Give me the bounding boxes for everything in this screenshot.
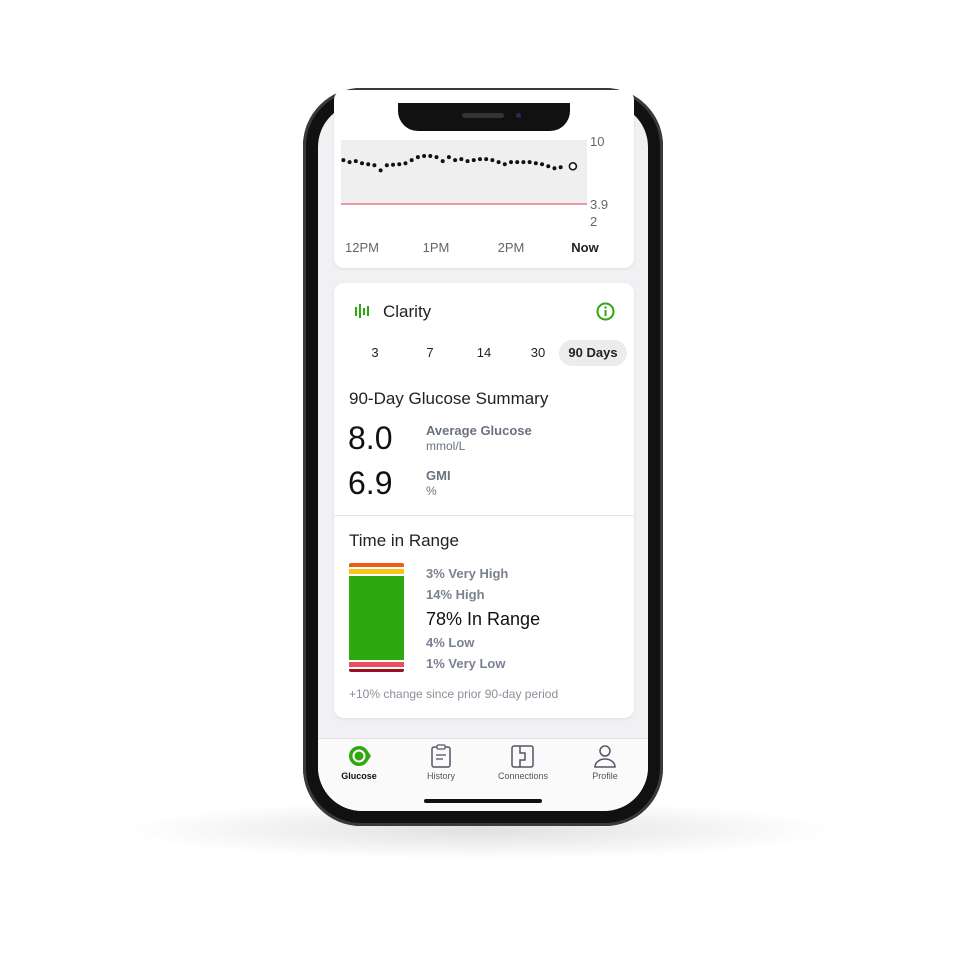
tir-bar	[349, 563, 404, 672]
glucose-point	[378, 168, 383, 173]
summary-title: 90-Day Glucose Summary	[349, 389, 549, 408]
glucose-point	[459, 157, 464, 162]
glucose-point	[415, 155, 420, 160]
glucose-point	[403, 161, 408, 166]
tab-3-days[interactable]: 3	[360, 340, 390, 366]
glucose-point	[496, 160, 501, 165]
glucose-point	[391, 162, 396, 167]
bar-chart-icon	[355, 304, 369, 318]
clarity-title: Clarity	[383, 302, 432, 321]
nav-profile-label: Profile	[592, 771, 618, 781]
tab-7-days[interactable]: 7	[415, 340, 445, 366]
x-tick-2pm: 2PM	[497, 240, 525, 255]
nav-history-label: History	[426, 771, 455, 781]
connections-icon	[511, 745, 534, 768]
glucose-point	[347, 160, 352, 165]
y-tick-2: 2	[590, 214, 598, 229]
glucose-point	[409, 158, 414, 163]
nav-history[interactable]: History	[400, 744, 482, 781]
y-tick-10: 10	[590, 134, 605, 149]
nav-connections[interactable]: Connections	[482, 744, 564, 781]
glucose-point	[527, 160, 532, 165]
tab-14-days[interactable]: 14	[469, 340, 499, 366]
tir-low: 4% Low	[426, 635, 475, 650]
gmi-unit: %	[426, 484, 437, 498]
glucose-point	[372, 163, 377, 168]
tab-90-days[interactable]: 90 Days	[559, 340, 627, 366]
glucose-point	[366, 162, 371, 167]
tir-very-low-segment	[349, 669, 404, 672]
nav-glucose-label: Glucose	[341, 771, 377, 781]
glucose-point	[471, 158, 476, 163]
glucose-point	[546, 164, 551, 169]
x-tick-now: Now	[571, 240, 599, 255]
glucose-point	[353, 159, 358, 164]
glucose-point	[434, 155, 439, 160]
tir-in-range-segment	[349, 576, 404, 660]
glucose-point	[397, 162, 402, 167]
glucose-point	[540, 162, 545, 167]
glucose-point	[477, 157, 482, 162]
nav-profile[interactable]: Profile	[564, 744, 646, 781]
speaker	[462, 113, 504, 118]
tir-very-low: 1% Very Low	[426, 656, 506, 671]
tab-30-days[interactable]: 30	[523, 340, 553, 366]
glucose-point	[422, 154, 427, 159]
info-icon[interactable]	[596, 302, 615, 321]
glucose-point	[509, 160, 513, 165]
average-glucose-value: 8.0	[348, 420, 393, 456]
tir-title: Time in Range	[349, 531, 459, 550]
home-indicator	[424, 799, 542, 803]
glucose-point	[428, 154, 433, 159]
glucose-point	[521, 160, 526, 165]
camera	[516, 113, 521, 118]
glucose-point	[446, 155, 451, 160]
divider	[334, 515, 634, 516]
glucose-point	[360, 161, 364, 166]
nav-glucose[interactable]: Glucose	[318, 744, 400, 781]
tir-high: 14% High	[426, 587, 485, 602]
x-tick-12pm: 12PM	[345, 240, 379, 255]
average-glucose-unit: mmol/L	[426, 439, 466, 453]
y-tick-3-9: 3.9	[590, 197, 609, 212]
glucose-point	[465, 159, 470, 164]
target-range-band	[341, 139, 587, 205]
glucose-chart	[341, 139, 587, 205]
glucose-point	[440, 159, 445, 164]
average-glucose-label: Average Glucose	[426, 423, 532, 438]
glucose-icon	[349, 746, 371, 766]
gmi-value: 6.9	[348, 465, 393, 501]
tir-in-range: 78% In Range	[426, 609, 541, 629]
glucose-point	[453, 158, 458, 163]
tir-change: +10% change since prior 90-day period	[349, 687, 559, 701]
glucose-point	[341, 158, 346, 163]
glucose-point	[490, 158, 495, 163]
nav-connections-label: Connections	[497, 771, 549, 781]
glucose-point	[384, 163, 389, 168]
glucose-point	[533, 161, 538, 166]
gmi-label: GMI	[426, 468, 451, 483]
glucose-point	[558, 165, 563, 170]
tir-very-high: 3% Very High	[426, 566, 509, 581]
person-icon	[594, 745, 616, 768]
current-glucose-point	[568, 161, 578, 171]
glucose-point	[552, 166, 557, 171]
glucose-point	[515, 160, 520, 165]
glucose-point	[484, 157, 489, 162]
x-tick-1pm: 1PM	[422, 240, 450, 255]
clipboard-icon	[431, 744, 451, 768]
glucose-point	[502, 162, 507, 167]
